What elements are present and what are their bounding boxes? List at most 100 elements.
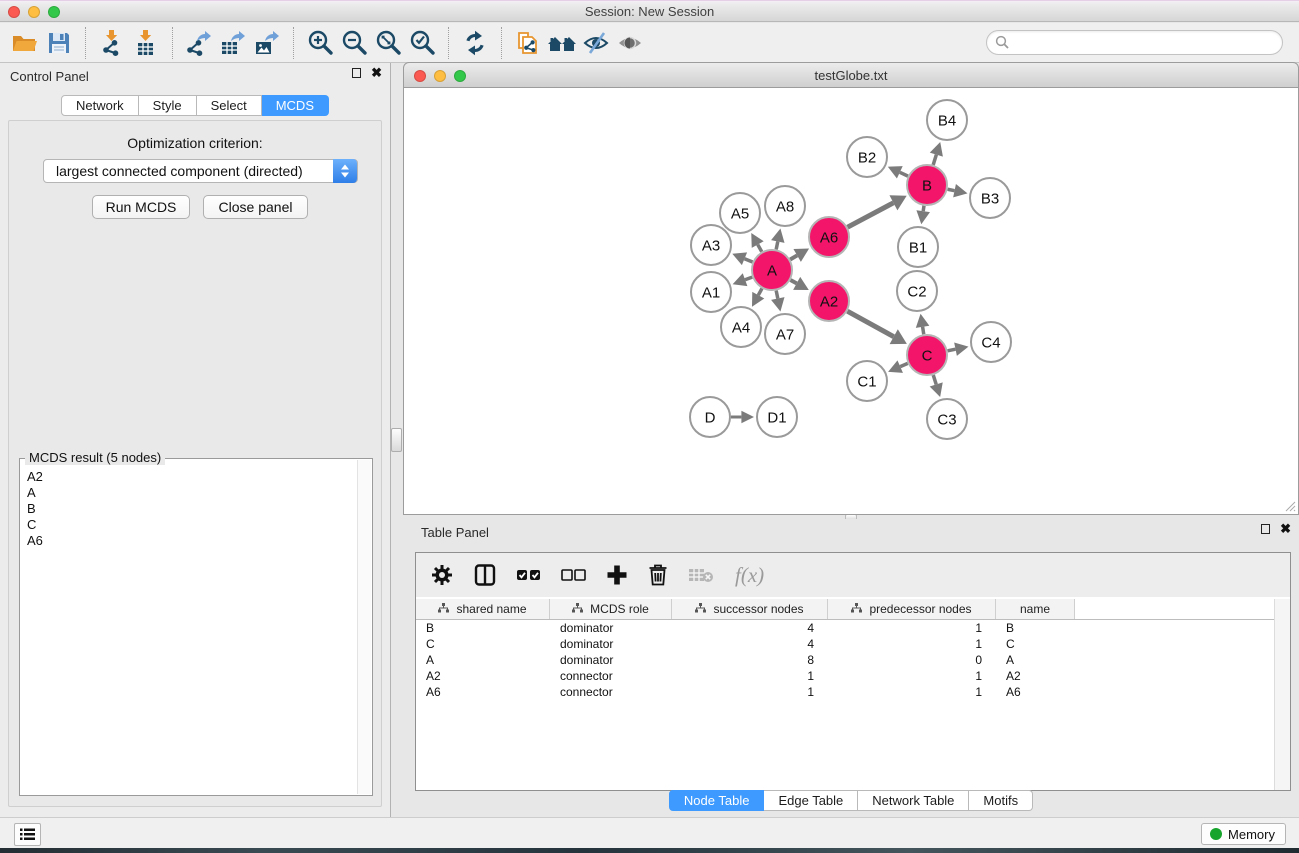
edge-A-A2[interactable] bbox=[790, 280, 796, 283]
edge-A-A5[interactable] bbox=[758, 245, 762, 252]
mcds-result-item[interactable]: A bbox=[27, 485, 350, 501]
mcds-result-item[interactable]: B bbox=[27, 501, 350, 517]
table-scrollbar[interactable] bbox=[1274, 599, 1290, 790]
edge-B-B4[interactable] bbox=[933, 155, 936, 165]
cell-shared-name: A bbox=[416, 653, 550, 667]
result-scrollbar[interactable] bbox=[357, 460, 371, 794]
save-icon[interactable] bbox=[42, 27, 76, 59]
zoom-in-icon[interactable] bbox=[303, 27, 337, 59]
mcds-result-item[interactable]: C bbox=[27, 517, 350, 533]
run-mcds-button[interactable]: Run MCDS bbox=[92, 195, 190, 219]
network-graph[interactable]: AA1A2A3A4A5A6A7A8BB1B2B3B4CC1C2C3C4DD1 bbox=[404, 88, 1298, 514]
table-tab-motifs[interactable]: Motifs bbox=[969, 790, 1033, 811]
vertical-splitter-handle[interactable] bbox=[391, 428, 402, 452]
toolbar-separator bbox=[293, 27, 294, 59]
edge-B-B2[interactable] bbox=[900, 172, 908, 176]
select-all-icon[interactable] bbox=[516, 566, 542, 584]
hide-details-icon[interactable] bbox=[579, 27, 613, 59]
search-input[interactable] bbox=[986, 30, 1283, 55]
edge-C-C3[interactable] bbox=[933, 375, 936, 384]
edge-A-A8[interactable] bbox=[776, 241, 778, 249]
node-label-C: C bbox=[922, 347, 933, 364]
zoom-selected-icon[interactable] bbox=[405, 27, 439, 59]
cell-MCDS-role: connector bbox=[550, 685, 672, 699]
float-panel-icon[interactable] bbox=[352, 68, 361, 78]
delete-table-icon[interactable] bbox=[688, 565, 714, 585]
table-row[interactable]: Adominator80A bbox=[416, 652, 1274, 668]
arrowhead-icon bbox=[930, 142, 943, 157]
edge-A-A1[interactable] bbox=[745, 277, 752, 280]
function-builder-icon[interactable]: f(x) bbox=[735, 563, 764, 588]
edge-C-C2[interactable] bbox=[923, 327, 924, 334]
close-table-panel-icon[interactable]: ✖ bbox=[1280, 524, 1291, 534]
table-tab-node-table[interactable]: Node Table bbox=[669, 790, 765, 811]
control-panel-title: Control Panel bbox=[10, 69, 89, 84]
mcds-result-item[interactable]: A2 bbox=[27, 469, 350, 485]
sort-hierarchy-icon bbox=[572, 602, 583, 616]
memory-button[interactable]: Memory bbox=[1201, 823, 1286, 845]
tab-style[interactable]: Style bbox=[139, 95, 197, 116]
close-panel-icon[interactable]: ✖ bbox=[371, 68, 382, 78]
export-image-icon[interactable] bbox=[250, 27, 284, 59]
float-table-panel-icon[interactable] bbox=[1261, 524, 1270, 534]
edge-A6-B[interactable] bbox=[848, 203, 894, 227]
mcds-result-item[interactable]: A6 bbox=[27, 533, 350, 549]
add-icon[interactable] bbox=[606, 564, 628, 586]
table-row[interactable]: Cdominator41C bbox=[416, 636, 1274, 652]
close-panel-button[interactable]: Close panel bbox=[203, 195, 308, 219]
clone-network-icon[interactable] bbox=[511, 27, 545, 59]
tab-network[interactable]: Network bbox=[61, 95, 139, 116]
edge-A-A4[interactable] bbox=[758, 288, 762, 295]
column-header-MCDS-role[interactable]: MCDS role bbox=[550, 599, 672, 619]
columns-icon[interactable] bbox=[473, 563, 497, 587]
tab-select[interactable]: Select bbox=[197, 95, 262, 116]
edge-A-A3[interactable] bbox=[744, 259, 752, 262]
column-header-shared-name[interactable]: shared name bbox=[416, 599, 550, 619]
cell-name: C bbox=[996, 637, 1075, 651]
edge-C-C4[interactable] bbox=[948, 349, 956, 351]
tab-mcds[interactable]: MCDS bbox=[262, 95, 329, 116]
edge-A-A7[interactable] bbox=[776, 291, 778, 299]
home-icon[interactable] bbox=[545, 27, 579, 59]
column-header-predecessor-nodes[interactable]: predecessor nodes bbox=[828, 599, 996, 619]
table-toolbar: f(x) bbox=[416, 553, 1290, 597]
table-row[interactable]: Bdominator41B bbox=[416, 620, 1274, 636]
memory-label: Memory bbox=[1228, 827, 1275, 842]
edge-B-B3[interactable] bbox=[948, 189, 955, 190]
edge-A-A6[interactable] bbox=[790, 255, 797, 259]
table-row[interactable]: A6connector11A6 bbox=[416, 684, 1274, 700]
network-window-titlebar[interactable]: testGlobe.txt bbox=[403, 62, 1299, 88]
arrowhead-icon bbox=[741, 411, 754, 424]
node-label-A4: A4 bbox=[732, 319, 750, 336]
column-header-successor-nodes[interactable]: successor nodes bbox=[672, 599, 828, 619]
arrowhead-icon bbox=[930, 382, 943, 397]
table-tab-network-table[interactable]: Network Table bbox=[858, 790, 969, 811]
unselect-all-icon[interactable] bbox=[561, 566, 587, 584]
gear-icon[interactable] bbox=[430, 563, 454, 587]
criterion-dropdown[interactable]: largest connected component (directed) bbox=[43, 159, 358, 183]
table-tab-edge-table[interactable]: Edge Table bbox=[764, 790, 858, 811]
zoom-out-icon[interactable] bbox=[337, 27, 371, 59]
edge-B-B1[interactable] bbox=[923, 206, 924, 211]
cell-predecessor-nodes: 1 bbox=[828, 669, 996, 683]
export-table-icon[interactable] bbox=[216, 27, 250, 59]
edge-A2-C[interactable] bbox=[847, 311, 893, 337]
table-row[interactable]: A2connector11A2 bbox=[416, 668, 1274, 684]
show-graphics-icon[interactable] bbox=[613, 27, 647, 59]
resize-grip-icon[interactable] bbox=[1283, 499, 1296, 512]
import-table-icon[interactable] bbox=[129, 27, 163, 59]
node-label-C3: C3 bbox=[937, 411, 956, 428]
criterion-value: largest connected component (directed) bbox=[56, 163, 303, 179]
import-network-icon[interactable] bbox=[95, 27, 129, 59]
refresh-icon[interactable] bbox=[458, 27, 492, 59]
open-folder-icon[interactable] bbox=[8, 27, 42, 59]
task-history-button[interactable] bbox=[14, 823, 41, 846]
column-header-name[interactable]: name bbox=[996, 599, 1075, 619]
zoom-fit-icon[interactable] bbox=[371, 27, 405, 59]
export-network-icon[interactable] bbox=[182, 27, 216, 59]
mcds-result-list[interactable]: A2ABCA6 bbox=[21, 463, 356, 794]
network-canvas[interactable]: AA1A2A3A4A5A6A7A8BB1B2B3B4CC1C2C3C4DD1 bbox=[403, 88, 1299, 515]
app-titlebar: Session: New Session bbox=[0, 0, 1299, 22]
edge-C-C1[interactable] bbox=[900, 363, 908, 366]
delete-icon[interactable] bbox=[647, 563, 669, 587]
